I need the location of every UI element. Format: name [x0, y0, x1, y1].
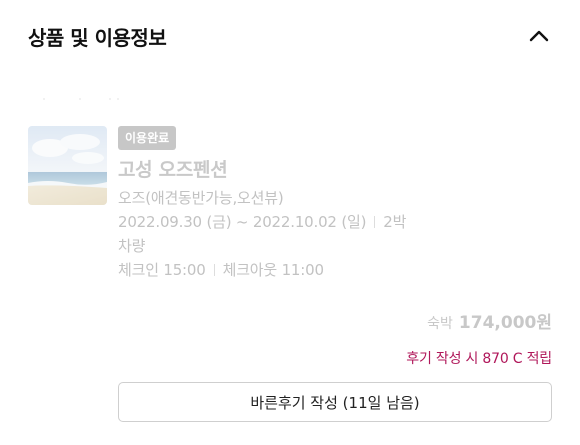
- check-in-time: 체크인 15:00: [118, 261, 206, 279]
- price-value: 174,000원: [458, 313, 552, 333]
- check-out-date: 2022.10.02 (일): [252, 213, 367, 231]
- product-card[interactable]: 이용완료 고성 오즈펜션 오즈(애견동반가능,오션뷰) 2022.09.30 (…: [28, 126, 552, 286]
- product-name[interactable]: 고성 오즈펜션: [118, 158, 552, 182]
- check-times: 체크인 15:00 체크아웃 11:00: [118, 258, 552, 282]
- divider: [374, 216, 376, 228]
- product-usage-info-panel: 상품 및 이용정보 이용완료 고성 오즈펜션 오즈(애견동반가능,오션뷰) 20…: [0, 0, 580, 445]
- collapse-button[interactable]: [524, 21, 554, 51]
- product-thumbnail: [28, 126, 107, 205]
- check-out-time: 체크아웃 11:00: [222, 261, 324, 279]
- date-separator: ~: [231, 213, 253, 231]
- divider: [213, 264, 215, 276]
- product-info: 이용완료 고성 오즈펜션 오즈(애견동반가능,오션뷰) 2022.09.30 (…: [118, 126, 552, 282]
- price-label: 숙박: [427, 316, 453, 332]
- write-review-button[interactable]: 바른후기 작성 (11일 남음): [118, 382, 552, 422]
- transport-type: 차량: [118, 237, 146, 255]
- review-reward-text: 후기 작성 시 870 C 적립: [406, 351, 552, 367]
- chevron-up-icon: [529, 30, 549, 42]
- check-in-date: 2022.09.30 (금): [118, 213, 232, 231]
- faint-divider: [43, 98, 119, 100]
- section-header: 상품 및 이용정보: [28, 18, 554, 54]
- status-badge: 이용완료: [118, 126, 177, 150]
- stay-dates: 2022.09.30 (금) ~ 2022.10.02 (일) 2박: [118, 210, 552, 234]
- price-row: 숙박 174,000원: [427, 308, 552, 333]
- room-name: 오즈(애견동반가능,오션뷰): [118, 189, 284, 207]
- nights-count: 2박: [383, 213, 407, 231]
- section-title: 상품 및 이용정보: [28, 25, 167, 50]
- beach-photo: [28, 126, 107, 205]
